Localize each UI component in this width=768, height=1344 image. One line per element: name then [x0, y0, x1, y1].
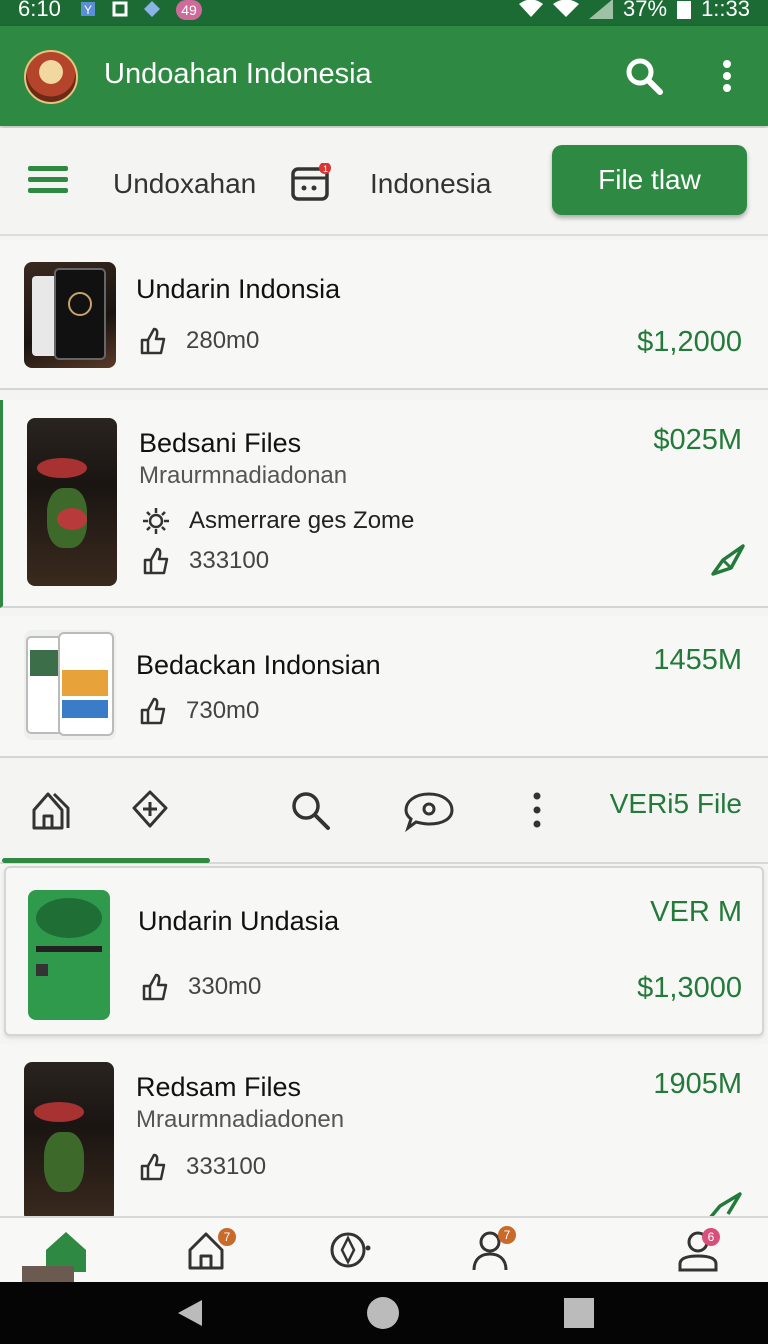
app-logo — [24, 50, 78, 104]
item-tag: VER M — [650, 896, 742, 928]
thumbs-up-icon — [140, 327, 166, 355]
item-title: Bedsani Files — [139, 428, 302, 458]
item-price: 1905M — [653, 1068, 742, 1100]
product-thumbnail — [24, 1062, 114, 1222]
item-metric: 333100 — [138, 1152, 266, 1182]
item-metric: 730m0 — [138, 696, 259, 726]
recents-icon[interactable] — [564, 1298, 594, 1328]
product-thumbnail — [24, 262, 116, 368]
product-thumbnail — [24, 630, 116, 740]
item-price: $1,2000 — [637, 326, 742, 358]
thumbs-up-icon — [142, 973, 168, 1001]
item-price: $1,3000 — [637, 972, 742, 1004]
item-subtitle: Mraurmnadiadonen — [136, 1106, 345, 1133]
menu-icon[interactable] — [28, 166, 68, 196]
more-vert-icon[interactable] — [707, 56, 747, 96]
gear-icon — [143, 508, 169, 534]
item-subtitle: Mraurmnadiadonan — [139, 462, 348, 489]
item-metric: 333100 — [141, 546, 269, 576]
product-thumbnail — [28, 890, 110, 1020]
cell-signal-icon — [589, 0, 614, 19]
status-time: 6:10 — [18, 0, 61, 21]
tab-search-icon[interactable] — [288, 788, 332, 832]
item-metric-value: 730m0 — [186, 697, 260, 724]
tab-verify-file[interactable]: VERi5 File — [610, 788, 742, 820]
svg-text:1: 1 — [323, 164, 328, 174]
tab-bar: VERi5 File — [0, 760, 768, 864]
item-metric: 330m0 — [140, 972, 261, 1002]
list-item[interactable]: Bedsani Files Mraurmnadiadonan Asmerrare… — [0, 400, 768, 608]
status-bar: 6:10 Y 49 37% 1::33 — [0, 0, 768, 26]
system-navigation — [0, 1282, 768, 1344]
square-notification-icon — [112, 1, 128, 17]
tab-indicator — [2, 858, 210, 863]
battery-percent: 37% — [623, 0, 668, 21]
search-icon[interactable] — [624, 56, 664, 96]
app-title: Undoahan Indonesia — [104, 58, 372, 90]
home-circle-icon[interactable] — [366, 1296, 400, 1330]
item-metric-value: 330m0 — [188, 973, 262, 1000]
item-price: 1455M — [653, 644, 742, 676]
app-bar: Undoahan Indonesia — [0, 26, 768, 126]
svg-text:Y: Y — [84, 3, 92, 17]
tab-sparkle-icon[interactable] — [128, 788, 172, 832]
toolbar-left-label[interactable]: Undoxahan — [113, 168, 256, 200]
thumbs-up-icon — [143, 547, 169, 575]
file-button[interactable]: File tlaw — [552, 145, 747, 215]
item-metric-value: 333100 — [186, 1153, 267, 1180]
filter-toolbar: Undoxahan 1 Indonesia File tlaw — [0, 128, 768, 236]
item-metric: 280m0 — [138, 326, 259, 356]
tab-more-icon[interactable] — [515, 788, 559, 832]
battery-icon — [677, 1, 692, 19]
calendar-icon[interactable]: 1 — [290, 163, 332, 203]
nav-badge: 7 — [498, 1226, 516, 1244]
signal-wifi-icon — [553, 0, 580, 17]
tab-home-icon[interactable] — [30, 788, 74, 832]
nav-badge: 7 — [218, 1228, 236, 1246]
status-badge: 49 — [176, 0, 202, 20]
item-title: Undarin Indonsia — [136, 274, 341, 304]
item-metric-value: 333100 — [189, 547, 270, 574]
item-metric-value: 280m0 — [186, 327, 260, 354]
list-item[interactable]: Undarin Undasia 330m0 VER M $1,3000 — [4, 866, 764, 1036]
list-item[interactable]: Redsam Files Mraurmnadiadonen 333100 190… — [0, 1044, 768, 1222]
tab-chat-icon[interactable] — [404, 788, 454, 832]
wifi-icon — [519, 0, 544, 17]
item-title: Undarin Undasia — [138, 906, 340, 936]
thumbs-up-icon — [140, 697, 166, 725]
back-icon[interactable] — [174, 1298, 204, 1328]
toolbar-right-label[interactable]: Indonesia — [370, 168, 491, 200]
product-thumbnail — [27, 418, 117, 586]
bottom-navigation: 7 7 6 — [0, 1216, 768, 1284]
share-icon[interactable] — [709, 540, 747, 578]
status-clock: 1::33 — [701, 0, 750, 21]
item-price: $025M — [653, 424, 742, 456]
item-extra-text: Asmerrare ges Zome — [189, 507, 415, 534]
list-item[interactable]: Bedackan Indonsian 730m0 1455M — [0, 616, 768, 758]
diamond-notification-icon — [144, 1, 160, 17]
thumbs-up-icon — [140, 1153, 166, 1181]
item-title: Redsam Files — [136, 1072, 302, 1102]
notification-icon: Y — [81, 2, 95, 17]
item-title: Bedackan Indonsian — [136, 650, 381, 680]
list-item[interactable]: Undarin Indonsia 280m0 $1,2000 — [0, 240, 768, 390]
nav-badge: 6 — [702, 1228, 720, 1246]
item-extra: Asmerrare ges Zome — [141, 506, 414, 536]
nav-explore-icon[interactable] — [328, 1228, 372, 1272]
